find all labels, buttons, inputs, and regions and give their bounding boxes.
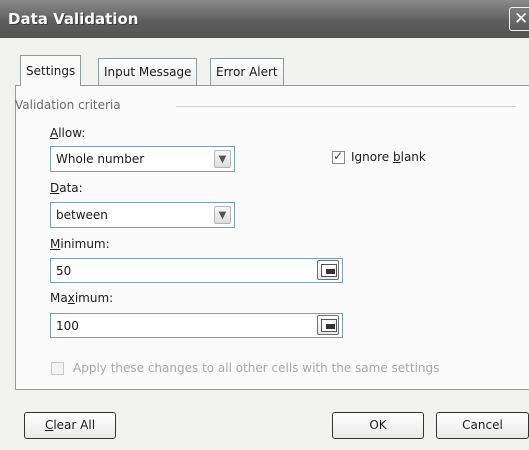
data-validation-dialog: Data Validation ✕ Settings Input Message… <box>0 0 529 450</box>
chevron-down-icon[interactable]: ▼ <box>214 150 231 168</box>
maximum-range-button[interactable] <box>317 315 339 335</box>
allow-label: Allow: <box>50 126 86 140</box>
ok-button[interactable]: OK <box>332 412 424 439</box>
range-select-icon <box>321 319 337 332</box>
ignore-blank-label[interactable]: Ignore blank <box>351 150 426 164</box>
ignore-blank-checkbox[interactable] <box>332 149 345 164</box>
minimum-value: 50 <box>56 264 72 278</box>
close-button[interactable]: ✕ <box>509 7 529 31</box>
allow-value: Whole number <box>56 152 145 166</box>
clear-all-label: lear All <box>53 418 96 432</box>
chevron-down-icon[interactable]: ▼ <box>214 206 231 224</box>
close-icon: ✕ <box>514 9 529 29</box>
range-select-icon <box>321 264 337 277</box>
group-divider <box>176 106 516 107</box>
data-label: Data: <box>50 181 83 195</box>
ok-label: OK <box>369 418 387 432</box>
minimum-label: Minimum: <box>50 237 110 251</box>
apply-all-label: Apply these changes to all other cells w… <box>73 361 440 375</box>
apply-all-checkbox[interactable] <box>51 362 64 375</box>
validation-criteria-label: Validation criteria <box>15 98 121 112</box>
cancel-label: Cancel <box>462 418 503 432</box>
maximum-input[interactable]: 100 <box>50 313 343 338</box>
dialog-title: Data Validation <box>8 10 139 28</box>
clear-all-button[interactable]: Clear All <box>24 412 116 439</box>
tab-input-message-label: Input Message <box>104 65 192 79</box>
maximum-label: Maximum: <box>50 291 114 305</box>
minimum-range-button[interactable] <box>317 260 339 280</box>
minimum-input[interactable]: 50 <box>50 258 343 283</box>
data-value: between <box>56 208 108 222</box>
tab-error-alert[interactable]: Error Alert <box>210 58 284 85</box>
tab-error-alert-label: Error Alert <box>216 65 278 79</box>
tab-input-message[interactable]: Input Message <box>98 58 198 85</box>
tab-settings-label: Settings <box>26 64 76 78</box>
allow-select[interactable]: Whole number ▼ <box>50 146 235 172</box>
cancel-button[interactable]: Cancel <box>436 412 529 439</box>
title-bar[interactable]: Data Validation ✕ <box>0 0 529 38</box>
data-select[interactable]: between ▼ <box>50 202 235 228</box>
maximum-value: 100 <box>56 319 79 333</box>
tab-settings[interactable]: Settings <box>20 55 82 86</box>
